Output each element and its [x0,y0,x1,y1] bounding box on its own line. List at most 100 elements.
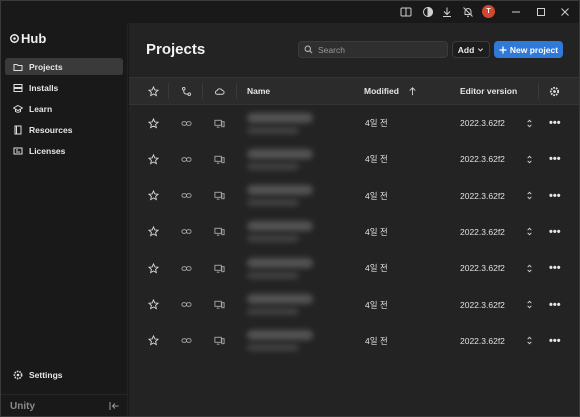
star-icon [148,226,159,237]
table-row[interactable]: 4일 전 2022.3.62f2 ••• [129,250,579,286]
theme-icon[interactable] [421,5,435,19]
version-selector[interactable] [524,214,535,250]
version-selector[interactable] [524,105,535,141]
editor-version-cell: 2022.3.62f2 [460,263,505,274]
more-options-button[interactable]: ••• [549,287,561,323]
gear-icon [13,370,23,380]
favorite-toggle[interactable] [148,323,159,359]
chevron-up-down-icon [527,300,532,309]
search-box[interactable] [298,41,448,58]
minimize-icon[interactable] [508,4,524,20]
cloud-status-button[interactable] [214,323,225,359]
download-icon[interactable] [440,5,454,19]
sidebar-item-resources[interactable]: Resources [5,121,123,138]
more-options-button[interactable]: ••• [549,105,561,141]
cloud-status-button[interactable] [214,141,225,177]
table-row[interactable]: 4일 전 2022.3.62f2 ••• [129,323,579,359]
link-vcs-button[interactable] [181,141,192,177]
close-icon[interactable] [557,4,573,20]
sidebar-footer: Unity [1,394,127,416]
chevron-up-down-icon [527,228,532,236]
settings-button[interactable]: Settings [13,370,63,380]
installs-icon [13,83,23,92]
more-options-button[interactable]: ••• [549,250,561,286]
name-column-header[interactable]: Name [247,78,270,104]
new-project-button[interactable]: New project [494,41,563,58]
sidebar-item-label: Learn [29,103,53,114]
modified-cell: 4일 전 [365,154,388,165]
devices-icon [214,119,225,128]
link-vcs-button[interactable] [181,250,192,286]
sidebar-item-installs[interactable]: Installs [5,79,123,96]
table-row[interactable]: 4일 전 2022.3.62f2 ••• [129,287,579,323]
project-name-redacted [247,112,313,123]
star-icon [148,117,159,129]
favorite-column-header[interactable] [148,78,159,104]
version-selector[interactable] [524,323,535,359]
project-name-cell[interactable] [247,141,313,177]
favorite-toggle[interactable] [148,141,159,177]
favorite-toggle[interactable] [148,250,159,286]
table-settings-button[interactable] [549,78,560,104]
modified-column-header[interactable]: Modified [364,78,418,104]
cloud-status-button[interactable] [214,105,225,141]
collapse-sidebar-icon[interactable] [108,400,120,412]
table-row[interactable]: 4일 전 2022.3.62f2 ••• [129,178,579,214]
sidebar-item-label: Installs [29,82,59,93]
link-vcs-button[interactable] [181,214,192,250]
table-row[interactable]: 4일 전 2022.3.62f2 ••• [129,141,579,177]
graduation-cap-icon [13,104,23,113]
sidebar-item-projects[interactable]: Projects [5,58,123,75]
table-row[interactable]: 4일 전 2022.3.62f2 ••• [129,105,579,141]
project-name-cell[interactable] [247,105,313,141]
sidebar-item-licenses[interactable]: Licenses [5,142,123,159]
add-project-dropdown[interactable]: Add [452,41,490,58]
version-selector[interactable] [524,178,535,214]
project-path-redacted [247,344,299,352]
more-options-button[interactable]: ••• [549,141,561,177]
vcs-column-header[interactable] [181,78,192,104]
license-icon [13,147,23,154]
favorite-toggle[interactable] [148,105,159,141]
search-icon [304,45,313,54]
cloud-status-button[interactable] [214,250,225,286]
project-name-cell[interactable] [247,178,313,214]
project-name-redacted [247,294,313,304]
more-options-button[interactable]: ••• [549,214,561,250]
link-vcs-button[interactable] [181,287,192,323]
favorite-toggle[interactable] [148,214,159,250]
project-name-cell[interactable] [247,323,313,359]
link-vcs-button[interactable] [181,105,192,141]
project-name-cell[interactable] [247,214,313,250]
chevron-up-down-icon [527,119,532,127]
project-path-redacted [247,162,299,170]
column-divider [538,83,539,99]
sidebar-item-learn[interactable]: Learn [5,100,123,117]
cloud-column-header[interactable] [214,78,225,104]
link-vcs-button[interactable] [181,178,192,214]
new-project-label: New project [509,44,559,55]
more-options-button[interactable]: ••• [549,323,561,359]
search-input[interactable] [318,44,438,55]
cloud-status-button[interactable] [214,287,225,323]
favorite-toggle[interactable] [148,287,159,323]
table-row[interactable]: 4일 전 2022.3.62f2 ••• [129,214,579,250]
devices-icon [214,264,225,273]
version-selector[interactable] [524,141,535,177]
column-divider [202,83,203,99]
editor-version-column-header[interactable]: Editor version [460,78,517,104]
project-name-cell[interactable] [247,250,313,286]
favorite-toggle[interactable] [148,178,159,214]
link-vcs-button[interactable] [181,323,192,359]
project-name-cell[interactable] [247,287,313,323]
version-selector[interactable] [524,287,535,323]
brand-label: Hub [21,31,47,46]
version-selector[interactable] [524,250,535,286]
cloud-status-button[interactable] [214,214,225,250]
manual-icon[interactable] [399,5,413,19]
user-avatar[interactable]: T [482,5,495,18]
maximize-icon[interactable] [533,4,549,20]
cloud-status-button[interactable] [214,178,225,214]
bell-off-icon[interactable] [461,5,475,19]
more-options-button[interactable]: ••• [549,178,561,214]
